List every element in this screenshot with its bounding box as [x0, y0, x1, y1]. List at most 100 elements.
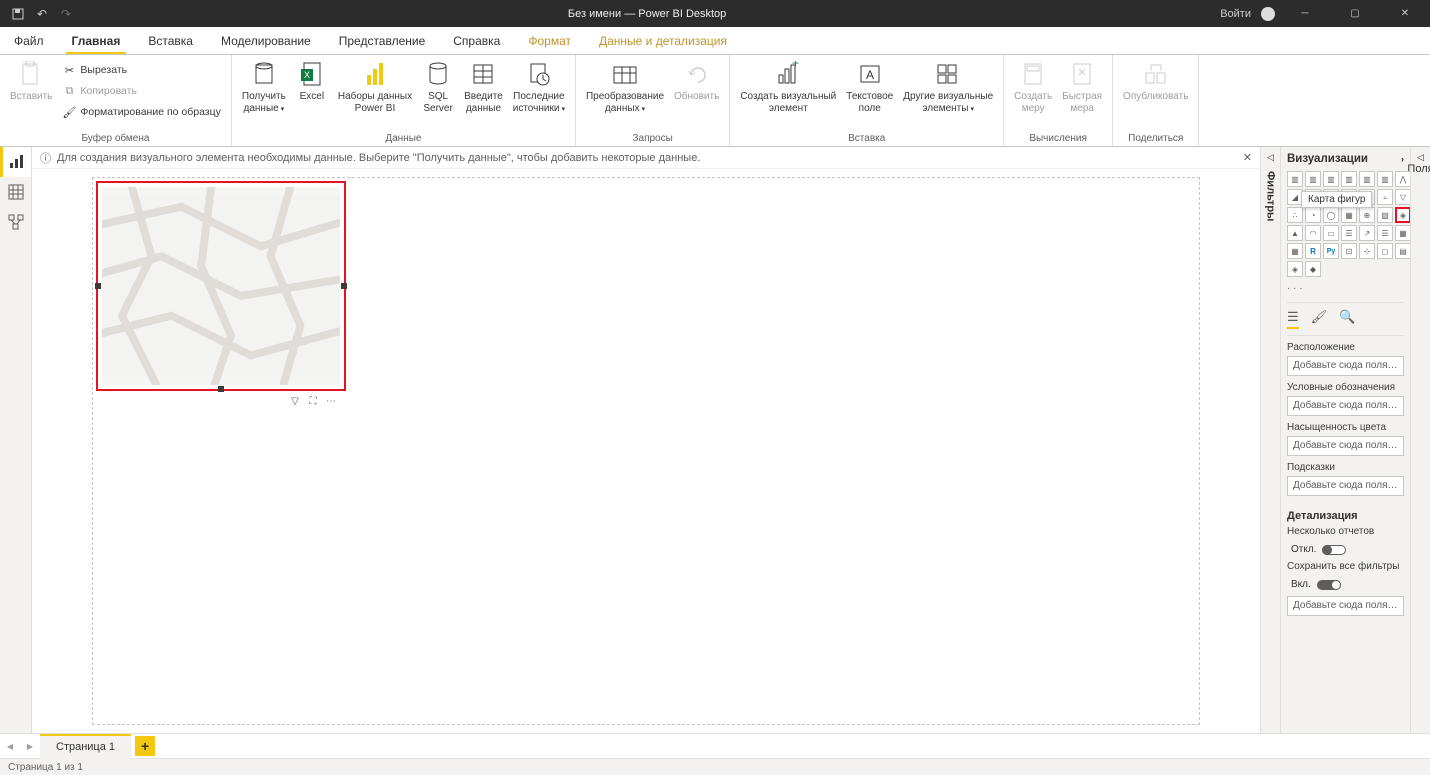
viz-map[interactable]: ⊕ — [1359, 207, 1375, 223]
drill-fields-well[interactable]: Добавьте сюда поля дета... — [1287, 596, 1404, 616]
viz-arcgis[interactable]: ◈ — [1287, 261, 1303, 277]
visual-focus-icon[interactable]: ⛶ — [306, 394, 320, 408]
redo-icon[interactable]: ↷ — [58, 6, 74, 22]
page-prev-button[interactable]: ◀ — [0, 734, 20, 759]
data-view-button[interactable] — [0, 177, 31, 207]
viz-clustered-column[interactable]: ▥ — [1341, 171, 1357, 187]
get-data-button[interactable]: Получить данные▾ — [238, 58, 290, 116]
viz-scatter[interactable]: ∴ — [1287, 207, 1303, 223]
add-page-button[interactable]: + — [135, 736, 155, 756]
close-message-icon[interactable]: ✕ — [1243, 151, 1252, 164]
fields-pane-collapsed[interactable]: ◁ Поля — [1410, 147, 1430, 733]
viz-kpi[interactable]: ↗ — [1359, 225, 1375, 241]
legend-well[interactable]: Добавьте сюда поля с дан... — [1287, 396, 1404, 416]
tooltips-well[interactable]: Добавьте сюда поля с дан... — [1287, 476, 1404, 496]
page-tab-1[interactable]: Страница 1 — [40, 734, 131, 759]
enter-data-button[interactable]: Введите данные — [460, 58, 507, 116]
location-well-label: Расположение — [1287, 342, 1404, 353]
viz-waterfall[interactable]: ⫠ — [1377, 189, 1393, 205]
excel-icon: X — [298, 60, 326, 88]
report-page[interactable]: ▽ ⛶ ⋯ — [92, 177, 1200, 725]
close-button[interactable]: ✕ — [1385, 0, 1425, 27]
viz-100-stacked-column[interactable]: ▥ — [1377, 171, 1393, 187]
pbi-datasets-button[interactable]: Наборы данных Power BI — [334, 58, 416, 116]
undo-icon[interactable]: ↶ — [34, 6, 50, 22]
viz-multi-row-card[interactable]: ☰ — [1341, 225, 1357, 241]
excel-button[interactable]: X Excel — [292, 58, 332, 105]
new-visual-button[interactable]: + Создать визуальный элемент — [736, 58, 840, 116]
view-strip — [0, 147, 32, 733]
tab-view[interactable]: Представление — [325, 27, 440, 54]
save-icon[interactable] — [10, 6, 26, 22]
viz-key-influencers[interactable]: ⊡ — [1341, 243, 1357, 259]
collapse-viz-icon[interactable]: › — [1401, 154, 1404, 164]
viz-qa[interactable]: ◻ — [1377, 243, 1393, 259]
fields-label: Поля — [1407, 163, 1430, 175]
report-view-button[interactable] — [0, 147, 31, 177]
location-well[interactable]: Добавьте сюда поля с дан... — [1287, 356, 1404, 376]
viz-shape-map[interactable]: ◈ — [1395, 207, 1410, 223]
viz-stacked-bar[interactable]: ▥ — [1287, 171, 1303, 187]
analytics-tab-icon[interactable]: 🔍 — [1339, 309, 1355, 329]
format-tab-icon[interactable]: 🖌 — [1311, 309, 1328, 329]
viz-clustered-bar[interactable]: ▥ — [1323, 171, 1339, 187]
svg-text:X: X — [304, 70, 310, 80]
viz-filled-map[interactable]: ▧ — [1377, 207, 1393, 223]
model-view-button[interactable] — [0, 207, 31, 237]
tab-format[interactable]: Формат — [514, 27, 585, 54]
tab-modeling[interactable]: Моделирование — [207, 27, 325, 54]
viz-table[interactable]: ▦ — [1395, 225, 1410, 241]
viz-donut[interactable]: ◯ — [1323, 207, 1339, 223]
viz-slicer[interactable]: ☰ — [1377, 225, 1393, 241]
tab-home[interactable]: Главная — [58, 27, 135, 54]
cut-button[interactable]: ✂ Вырезать — [58, 60, 225, 80]
tab-insert[interactable]: Вставка — [134, 27, 207, 54]
viz-azure-map[interactable]: ▲ — [1287, 225, 1303, 241]
tab-data-drill[interactable]: Данные и детализация — [585, 27, 741, 54]
saturation-well[interactable]: Добавьте сюда поля с дан... — [1287, 436, 1404, 456]
viz-gauge[interactable]: ◠ — [1305, 225, 1321, 241]
avatar-icon[interactable] — [1261, 7, 1275, 21]
map-placeholder-bg — [102, 187, 340, 385]
viz-tooltip: Карта фигур — [1301, 191, 1372, 208]
paste-icon — [17, 60, 45, 88]
keep-filters-toggle[interactable] — [1317, 580, 1341, 590]
viz-treemap[interactable]: ▦ — [1341, 207, 1357, 223]
format-painter-button[interactable]: 🖌 Форматирование по образцу — [58, 102, 225, 122]
visual-filter-icon[interactable]: ▽ — [288, 394, 302, 408]
minimize-button[interactable]: ─ — [1285, 0, 1325, 27]
window-title: Без имени — Power BI Desktop — [74, 8, 1220, 20]
viz-100-stacked-bar[interactable]: ▥ — [1359, 171, 1375, 187]
sql-server-button[interactable]: SQL Server — [418, 58, 458, 116]
recent-sources-button[interactable]: Последние источники▾ — [509, 58, 569, 116]
tab-help[interactable]: Справка — [439, 27, 514, 54]
viz-matrix[interactable]: ▦ — [1287, 243, 1303, 259]
viz-funnel[interactable]: ▽ — [1395, 189, 1410, 205]
fields-tab-icon[interactable]: ☰ — [1287, 309, 1299, 329]
viz-py[interactable]: Py — [1323, 243, 1339, 259]
visual-options-icon[interactable]: ⋯ — [324, 394, 338, 408]
group-calc-label: Вычисления — [1010, 131, 1106, 146]
more-visuals-button[interactable]: Другие визуальные элементы▾ — [899, 58, 997, 116]
viz-decomposition[interactable]: ⊹ — [1359, 243, 1375, 259]
viz-card[interactable]: ▭ — [1323, 225, 1339, 241]
maximize-button[interactable]: ▢ — [1335, 0, 1375, 27]
viz-stacked-column[interactable]: ▥ — [1305, 171, 1321, 187]
viz-r[interactable]: R — [1305, 243, 1321, 259]
signin-button[interactable]: Войти — [1220, 8, 1251, 20]
viz-line[interactable]: ⋀ — [1395, 171, 1410, 187]
viz-more-button[interactable]: · · · — [1287, 283, 1404, 294]
file-tab[interactable]: Файл — [0, 27, 58, 54]
text-box-button[interactable]: A Текстовое поле — [842, 58, 897, 116]
page-next-button[interactable]: ▶ — [20, 734, 40, 759]
transform-data-button[interactable]: Преобразование данных▾ — [582, 58, 668, 116]
viz-paginated[interactable]: ▤ — [1395, 243, 1410, 259]
group-share-label: Поделиться — [1119, 131, 1192, 146]
shape-map-visual[interactable] — [96, 181, 346, 391]
viz-pie[interactable]: ◔ — [1305, 207, 1321, 223]
cross-report-toggle[interactable] — [1322, 545, 1346, 555]
viz-powerapps[interactable]: ◆ — [1305, 261, 1321, 277]
visualizations-pane: Визуализации › Карта фигур ▥ ▥ ▥ ▥ ▥ ▥ ⋀… — [1280, 147, 1410, 733]
viz-pane-title: Визуализации — [1287, 153, 1368, 165]
filters-pane-collapsed[interactable]: ◁ Фильтры — [1260, 147, 1280, 733]
